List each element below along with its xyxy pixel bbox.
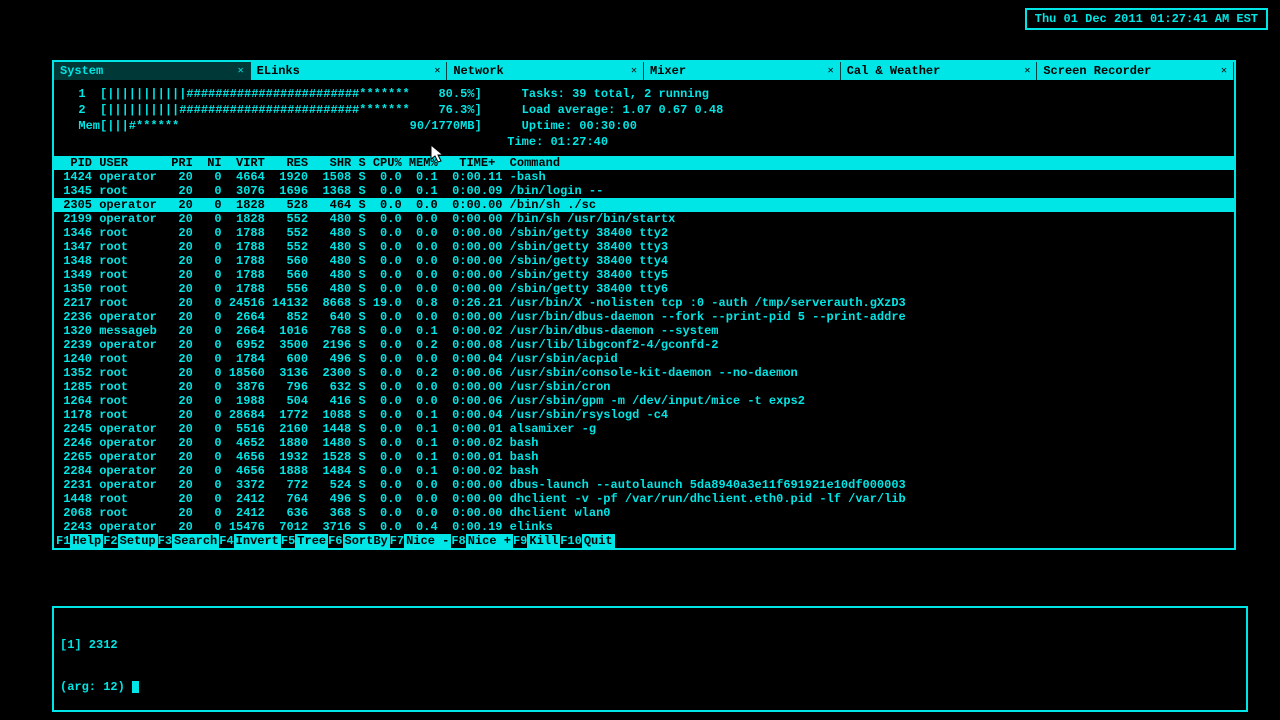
process-row[interactable]: 1350 root 20 0 1788 556 480 S 0.0 0.0 0:… xyxy=(54,282,1234,296)
tab-label: Network xyxy=(453,64,503,78)
close-icon[interactable]: ✕ xyxy=(828,65,834,77)
fkey-f6[interactable]: F6 xyxy=(328,534,342,548)
process-row[interactable]: 1264 root 20 0 1988 504 416 S 0.0 0.0 0:… xyxy=(54,394,1234,408)
fkey-f8[interactable]: F8 xyxy=(451,534,465,548)
fkey-f9[interactable]: F9 xyxy=(513,534,527,548)
process-row[interactable]: 2265 operator 20 0 4656 1932 1528 S 0.0 … xyxy=(54,450,1234,464)
close-icon[interactable]: ✕ xyxy=(238,65,244,77)
fkey-label: Quit xyxy=(582,534,615,548)
clock: Thu 01 Dec 2011 01:27:41 AM EST xyxy=(1025,8,1268,30)
cpu1-meter: 1 [|||||||||||########################**… xyxy=(64,86,482,102)
close-icon[interactable]: ✕ xyxy=(434,65,440,77)
tab-network[interactable]: Network ✕ xyxy=(447,62,644,80)
process-row[interactable]: 1448 root 20 0 2412 764 496 S 0.0 0.0 0:… xyxy=(54,492,1234,506)
process-row[interactable]: 1424 operator 20 0 4664 1920 1508 S 0.0 … xyxy=(54,170,1234,184)
process-table[interactable]: 1424 operator 20 0 4664 1920 1508 S 0.0 … xyxy=(54,170,1234,534)
process-row[interactable]: 2068 root 20 0 2412 636 368 S 0.0 0.0 0:… xyxy=(54,506,1234,520)
process-row[interactable]: 1348 root 20 0 1788 560 480 S 0.0 0.0 0:… xyxy=(54,254,1234,268)
tab-screen-recorder[interactable]: Screen Recorder ✕ xyxy=(1037,62,1234,80)
fkey-f1[interactable]: F1 xyxy=(56,534,70,548)
function-key-bar[interactable]: F1HelpF2SetupF3SearchF4InvertF5TreeF6Sor… xyxy=(54,534,1234,548)
tab-bar: System✕ELinks✕Network✕Mixer✕Cal & Weathe… xyxy=(54,62,1234,80)
process-row[interactable]: 2199 operator 20 0 1828 552 480 S 0.0 0.… xyxy=(54,212,1234,226)
terminal-window: System✕ELinks✕Network✕Mixer✕Cal & Weathe… xyxy=(52,60,1236,550)
meters-panel: 1 [|||||||||||########################**… xyxy=(54,80,1234,156)
mem-meter: Mem[|||#****** 90/1770MB] xyxy=(64,118,482,134)
process-row[interactable]: 2243 operator 20 0 15476 7012 3716 S 0.0… xyxy=(54,520,1234,534)
column-headers[interactable]: PID USER PRI NI VIRT RES SHR S CPU% MEM%… xyxy=(54,156,1234,170)
fkey-label: Setup xyxy=(118,534,158,548)
tab-system[interactable]: System ✕ xyxy=(54,62,251,80)
fkey-f10[interactable]: F10 xyxy=(560,534,582,548)
process-row[interactable]: 1349 root 20 0 1788 560 480 S 0.0 0.0 0:… xyxy=(54,268,1234,282)
process-row[interactable]: 1320 messageb 20 0 2664 1016 768 S 0.0 0… xyxy=(54,324,1234,338)
close-icon[interactable]: ✕ xyxy=(631,65,637,77)
fkey-label: Tree xyxy=(295,534,328,548)
tab-label: Cal & Weather xyxy=(847,64,941,78)
cpu2-meter: 2 [||||||||||#########################**… xyxy=(64,102,482,118)
fkey-label: Nice - xyxy=(404,534,451,548)
load-info: Load average: 1.07 0.67 0.48 xyxy=(522,102,724,118)
process-row[interactable]: 2239 operator 20 0 6952 3500 2196 S 0.0 … xyxy=(54,338,1234,352)
time-info: Time: 01:27:40 xyxy=(507,134,608,150)
tab-label: System xyxy=(60,64,103,78)
process-row[interactable]: 2236 operator 20 0 2664 852 640 S 0.0 0.… xyxy=(54,310,1234,324)
process-row[interactable]: 2245 operator 20 0 5516 2160 1448 S 0.0 … xyxy=(54,422,1234,436)
fkey-label: Kill xyxy=(527,534,560,548)
tab-cal-weather[interactable]: Cal & Weather ✕ xyxy=(841,62,1038,80)
fkey-label: SortBy xyxy=(343,534,390,548)
tasks-info: Tasks: 39 total, 2 running xyxy=(522,86,709,102)
fkey-f7[interactable]: F7 xyxy=(390,534,404,548)
fkey-label: Nice + xyxy=(466,534,513,548)
shell-prompt[interactable]: [1] 2312 (arg: 12) xyxy=(52,606,1248,712)
fkey-f3[interactable]: F3 xyxy=(158,534,172,548)
tab-label: Mixer xyxy=(650,64,686,78)
process-row[interactable]: 2305 operator 20 0 1828 528 464 S 0.0 0.… xyxy=(54,198,1234,212)
fkey-label: Help xyxy=(70,534,103,548)
uptime-info: Uptime: 00:30:00 xyxy=(522,118,637,134)
process-row[interactable]: 2217 root 20 0 24516 14132 8668 S 19.0 0… xyxy=(54,296,1234,310)
tab-elinks[interactable]: ELinks ✕ xyxy=(251,62,448,80)
meter-spacer xyxy=(64,134,467,150)
process-row[interactable]: 2231 operator 20 0 3372 772 524 S 0.0 0.… xyxy=(54,478,1234,492)
process-row[interactable]: 1352 root 20 0 18560 3136 2300 S 0.0 0.2… xyxy=(54,366,1234,380)
process-row[interactable]: 1346 root 20 0 1788 552 480 S 0.0 0.0 0:… xyxy=(54,226,1234,240)
fkey-f4[interactable]: F4 xyxy=(219,534,233,548)
process-row[interactable]: 1347 root 20 0 1788 552 480 S 0.0 0.0 0:… xyxy=(54,240,1234,254)
process-row[interactable]: 1240 root 20 0 1784 600 496 S 0.0 0.0 0:… xyxy=(54,352,1234,366)
fkey-label: Invert xyxy=(234,534,281,548)
tab-label: Screen Recorder xyxy=(1043,64,1151,78)
close-icon[interactable]: ✕ xyxy=(1221,65,1227,77)
close-icon[interactable]: ✕ xyxy=(1024,65,1030,77)
tab-label: ELinks xyxy=(257,64,300,78)
process-row[interactable]: 2246 operator 20 0 4652 1880 1480 S 0.0 … xyxy=(54,436,1234,450)
cursor-icon xyxy=(132,681,139,693)
process-row[interactable]: 2284 operator 20 0 4656 1888 1484 S 0.0 … xyxy=(54,464,1234,478)
tab-mixer[interactable]: Mixer ✕ xyxy=(644,62,841,80)
prompt-line-2: (arg: 12) xyxy=(60,680,1240,694)
fkey-label: Search xyxy=(172,534,219,548)
prompt-line-1: [1] 2312 xyxy=(60,638,1240,652)
process-row[interactable]: 1285 root 20 0 3876 796 632 S 0.0 0.0 0:… xyxy=(54,380,1234,394)
fkey-f5[interactable]: F5 xyxy=(281,534,295,548)
process-row[interactable]: 1345 root 20 0 3076 1696 1368 S 0.0 0.1 … xyxy=(54,184,1234,198)
fkey-f2[interactable]: F2 xyxy=(103,534,117,548)
process-row[interactable]: 1178 root 20 0 28684 1772 1088 S 0.0 0.1… xyxy=(54,408,1234,422)
